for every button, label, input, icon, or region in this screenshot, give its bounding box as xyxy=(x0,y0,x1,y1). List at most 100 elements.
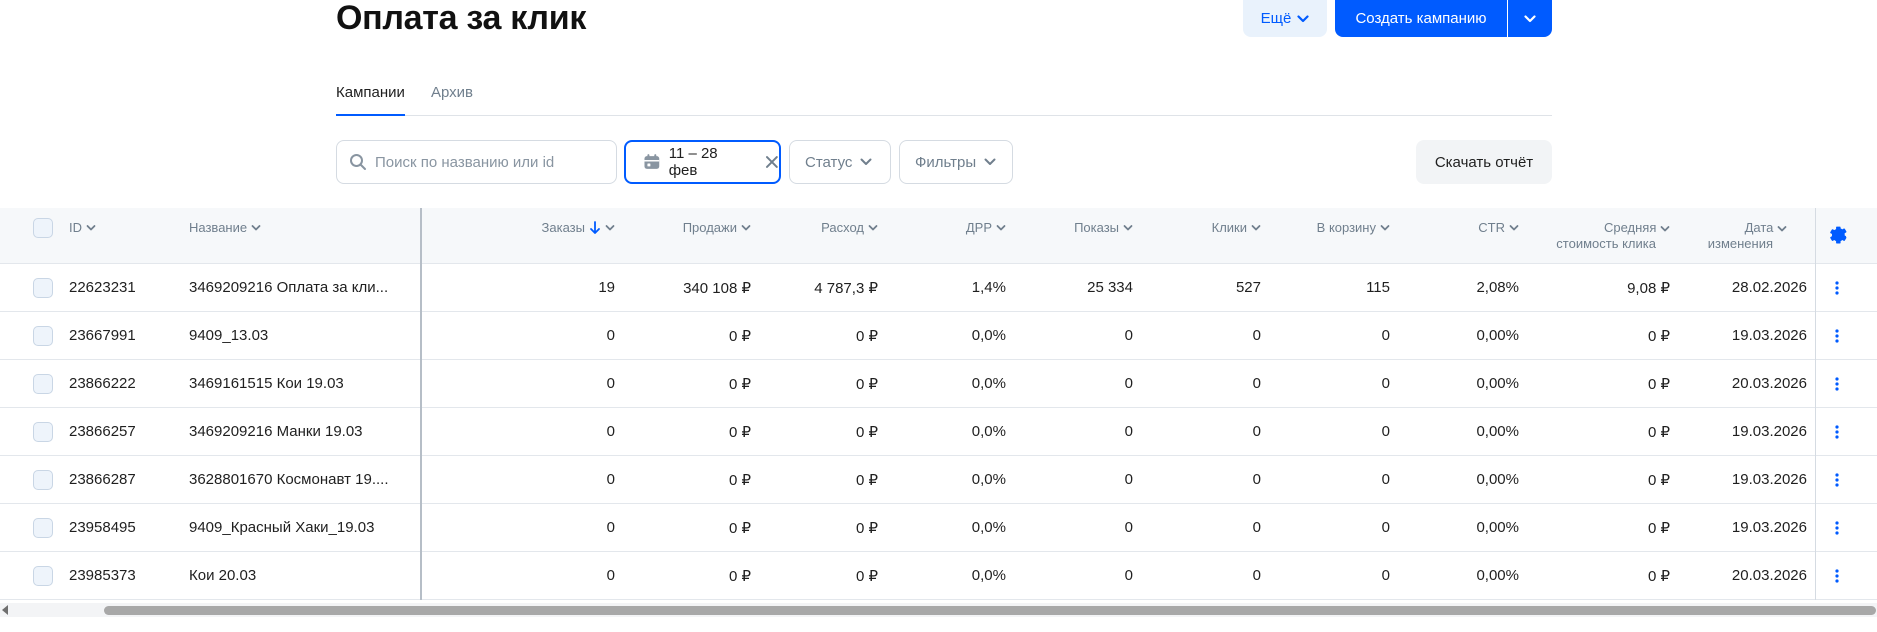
row-select-cell[interactable] xyxy=(33,360,53,407)
ctr-cell: 2,08% xyxy=(1476,279,1519,296)
row-checkbox[interactable] xyxy=(33,517,53,538)
col-header-date-line2: изменения xyxy=(1707,236,1773,251)
row-checkbox[interactable] xyxy=(33,325,53,346)
campaign-id-cell: 23866287 xyxy=(69,471,136,488)
row-checkbox[interactable] xyxy=(33,277,53,298)
campaign-name-link[interactable]: 3628801670 Космонавт 19.... xyxy=(189,456,388,504)
frozen-columns-divider[interactable] xyxy=(420,208,422,600)
status-select[interactable]: Статус xyxy=(789,140,891,184)
campaign-name-cell[interactable]: 3628801670 Космонавт 19.... xyxy=(189,456,415,503)
ctr-cell: 0,00% xyxy=(1476,471,1519,488)
campaign-name-link[interactable]: 9409_Красный Хаки_19.03 xyxy=(189,504,374,552)
date-cell: 19.03.2026 xyxy=(1731,519,1807,536)
row-select-cell[interactable] xyxy=(33,264,53,311)
campaign-id-cell: 23866257 xyxy=(69,423,136,440)
table-row[interactable]: 23866257 3469209216 Манки 19.03 0 0 ₽ 0 ₽ 0,0… xyxy=(0,408,1877,456)
sales-cell: 0 ₽ xyxy=(728,423,751,441)
row-checkbox[interactable] xyxy=(33,373,53,394)
create-campaign-button[interactable]: Создать кампанию xyxy=(1335,0,1507,37)
row-select-cell[interactable] xyxy=(33,312,53,359)
table-row[interactable]: 23667991 9409_13.03 0 0 ₽ 0 ₽ 0,0% 0 0 0 0,00% 0 ₽… xyxy=(0,312,1877,360)
row-checkbox[interactable] xyxy=(33,469,53,490)
create-campaign-dropdown-button[interactable] xyxy=(1508,0,1552,37)
campaign-name-link[interactable]: 3469161515 Кои 19.03 xyxy=(189,360,344,408)
date-cell: 19.03.2026 xyxy=(1731,423,1807,440)
row-menu-button[interactable] xyxy=(1834,456,1840,503)
row-menu-button[interactable] xyxy=(1834,264,1840,311)
campaign-name-cell[interactable]: 3469209216 Оплата за кли... xyxy=(189,264,415,311)
campaign-name-cell[interactable]: Кои 20.03 xyxy=(189,552,415,599)
row-menu-button[interactable] xyxy=(1834,504,1840,551)
campaign-name-link[interactable]: 3469209216 Оплата за кли... xyxy=(189,264,388,312)
select-all-cell[interactable] xyxy=(33,218,53,238)
date-cell: 19.03.2026 xyxy=(1731,471,1807,488)
table-settings-button[interactable] xyxy=(1830,226,1848,244)
row-select-cell[interactable] xyxy=(33,504,53,551)
tab-archive[interactable]: Архив xyxy=(431,84,473,116)
ctr-cell: 0,00% xyxy=(1476,567,1519,584)
table-row[interactable]: 23866222 3469161515 Кои 19.03 0 0 ₽ 0 ₽ 0,0% 0… xyxy=(0,360,1877,408)
table-row[interactable]: 23958495 9409_Красный Хаки_19.03 0 0 ₽ 0 ₽ 0,… xyxy=(0,504,1877,552)
campaign-name-cell[interactable]: 3469161515 Кои 19.03 xyxy=(189,360,415,407)
col-header-spend[interactable]: Расход xyxy=(821,220,878,236)
campaign-name-cell[interactable]: 9409_Красный Хаки_19.03 xyxy=(189,504,415,551)
row-select-cell[interactable] xyxy=(33,408,53,455)
col-header-avg-cpc[interactable]: Средняя стоимость клика xyxy=(1556,220,1670,252)
tab-campaigns[interactable]: Кампании xyxy=(336,84,405,116)
row-select-cell[interactable] xyxy=(33,552,53,599)
campaign-name-cell[interactable]: 3469209216 Манки 19.03 xyxy=(189,408,415,455)
col-header-ctr[interactable]: CTR xyxy=(1478,220,1519,236)
actions-column-divider xyxy=(1815,208,1816,600)
col-header-impressions-label: Показы xyxy=(1074,220,1119,235)
orders-cell: 0 xyxy=(606,519,615,536)
campaign-name-link[interactable]: Кои 20.03 xyxy=(189,552,256,600)
chevron-down-icon xyxy=(86,225,96,231)
filters-select[interactable]: Фильтры xyxy=(899,140,1013,184)
col-header-sales[interactable]: Продажи xyxy=(683,220,751,236)
chevron-down-icon xyxy=(1509,225,1519,231)
col-header-impressions[interactable]: Показы xyxy=(1074,220,1133,236)
row-menu-button[interactable] xyxy=(1834,312,1840,359)
chevron-down-icon xyxy=(1297,14,1309,22)
col-header-to-cart[interactable]: В корзину xyxy=(1317,220,1390,236)
col-header-clicks[interactable]: Клики xyxy=(1212,220,1261,236)
download-report-button[interactable]: Скачать отчёт xyxy=(1416,140,1552,184)
to-cart-cell: 0 xyxy=(1381,375,1390,392)
horizontal-scrollbar[interactable] xyxy=(0,603,1877,617)
close-icon[interactable] xyxy=(765,155,779,169)
scroll-left-arrow[interactable] xyxy=(2,605,8,615)
col-header-id[interactable]: ID xyxy=(69,220,96,236)
row-menu-button[interactable] xyxy=(1834,360,1840,407)
ctr-cell: 0,00% xyxy=(1476,519,1519,536)
search-field[interactable] xyxy=(336,140,617,184)
table-row[interactable]: 23985373 Кои 20.03 0 0 ₽ 0 ₽ 0,0% 0 0 0 0,00% 0 ₽ 2… xyxy=(0,552,1877,600)
more-vertical-icon xyxy=(1835,280,1839,295)
spend-cell: 4 787,3 ₽ xyxy=(814,279,878,297)
col-header-orders[interactable]: Заказы xyxy=(542,220,615,236)
scrollbar-thumb[interactable] xyxy=(104,606,1876,615)
col-header-name[interactable]: Название xyxy=(189,220,261,236)
select-all-checkbox[interactable] xyxy=(33,218,53,238)
status-select-label: Статус xyxy=(805,153,853,171)
row-menu-button[interactable] xyxy=(1834,408,1840,455)
campaign-name-link[interactable]: 3469209216 Манки 19.03 xyxy=(189,408,363,456)
row-select-cell[interactable] xyxy=(33,456,53,503)
table-row[interactable]: 23866287 3628801670 Космонавт 19.... 0 0 ₽ 0… xyxy=(0,456,1877,504)
row-checkbox[interactable] xyxy=(33,565,53,586)
table-row[interactable]: 22623231 3469209216 Оплата за кли... 19 340… xyxy=(0,264,1877,312)
more-button[interactable]: Ещё xyxy=(1243,0,1327,37)
avg-cpc-cell: 0 ₽ xyxy=(1647,375,1670,393)
date-range-chip[interactable]: 11 – 28 фев xyxy=(624,140,781,184)
col-header-drr[interactable]: ДРР xyxy=(966,220,1006,236)
campaign-name-link[interactable]: 9409_13.03 xyxy=(189,312,268,360)
orders-cell: 0 xyxy=(606,567,615,584)
clicks-cell: 0 xyxy=(1252,567,1261,584)
row-menu-button[interactable] xyxy=(1834,552,1840,599)
orders-cell: 19 xyxy=(598,279,615,296)
col-header-date[interactable]: Дата изменения xyxy=(1708,220,1787,252)
search-input[interactable] xyxy=(375,153,605,171)
campaign-name-cell[interactable]: 9409_13.03 xyxy=(189,312,415,359)
clicks-cell: 0 xyxy=(1252,471,1261,488)
col-header-avg-cpc-label: Средняя стоимость клика xyxy=(1556,220,1670,252)
row-checkbox[interactable] xyxy=(33,421,53,442)
